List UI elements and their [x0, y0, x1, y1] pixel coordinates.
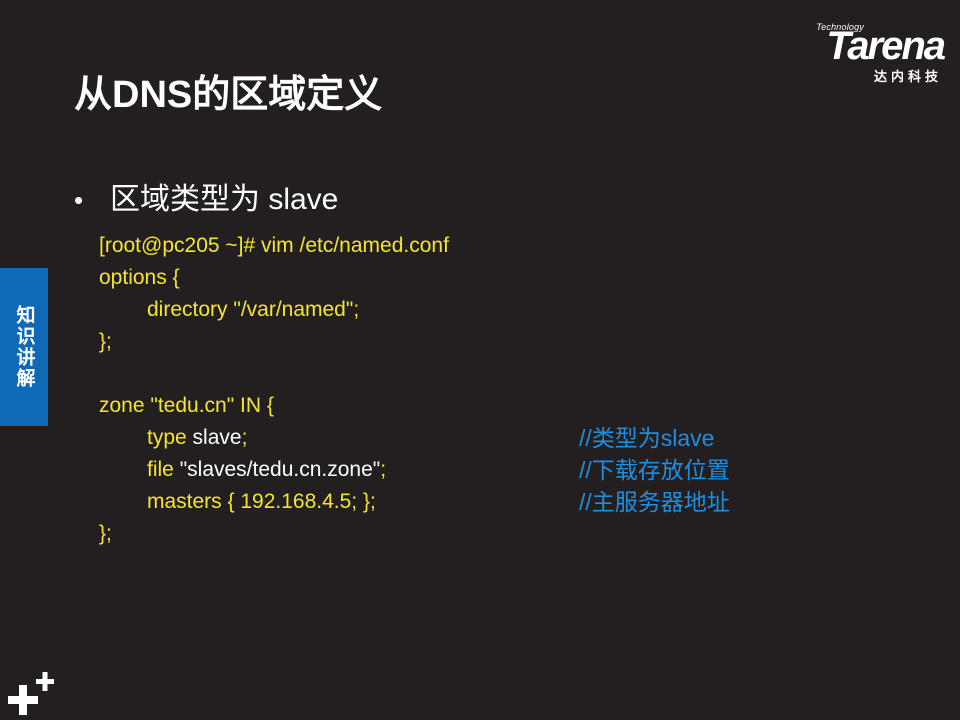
code-line-options-close: }; [99, 330, 112, 353]
file-keyword: file [147, 458, 174, 481]
type-value: slave [186, 426, 242, 449]
logo-wordmark: Tarena [826, 24, 946, 68]
comment-masters: //主服务器地址 [579, 489, 730, 515]
file-semicolon: ; [380, 458, 387, 481]
bullet-dot: • [74, 185, 84, 215]
logo-chinese-text: 达内科技 [873, 69, 942, 84]
comment-type: //类型为slave [579, 425, 715, 451]
code-line-options-open: options { [99, 266, 180, 289]
file-value: "slaves/tedu.cn.zone" [173, 458, 381, 481]
bullet-text: 区域类型为 slave [110, 183, 339, 216]
tarena-logo: Technology Tarena 达内科技 [776, 22, 946, 84]
code-line-type: type slave; [147, 422, 247, 454]
plus-plus-icon [8, 672, 54, 715]
code-line-directory: directory "/var/named"; [147, 298, 360, 321]
bullet-item: • 区域类型为 slave [74, 180, 338, 220]
code-line-zone-close: }; [99, 522, 112, 545]
code-line-masters: masters { 192.168.4.5; }; [147, 490, 376, 513]
side-tab-knowledge: 知识讲解 [0, 268, 48, 426]
code-line-file: file "slaves/tedu.cn.zone"; [147, 454, 386, 486]
side-tab-label: 知识讲解 [13, 305, 35, 389]
slide-title: 从DNS的区域定义 [74, 74, 383, 116]
code-line-zone-open: zone "tedu.cn" IN { [99, 394, 274, 417]
comment-file: //下载存放位置 [579, 457, 730, 483]
type-keyword: type [147, 426, 187, 449]
type-semicolon: ; [241, 426, 248, 449]
code-line-command: [root@pc205 ~]# vim /etc/named.conf [99, 234, 449, 257]
